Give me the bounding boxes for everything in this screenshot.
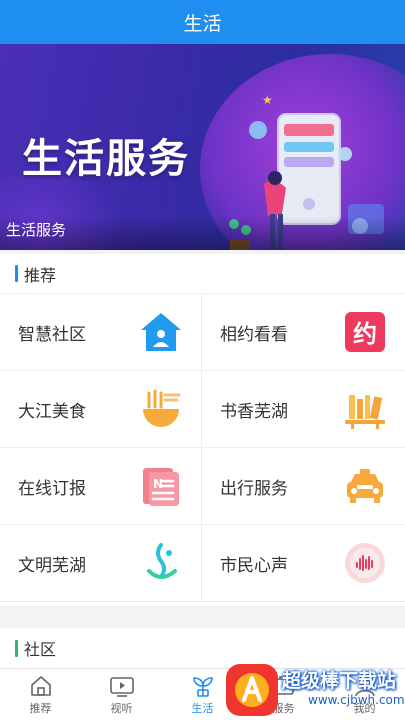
house-icon xyxy=(139,310,183,354)
tab-label: 生活 xyxy=(191,701,214,715)
service-item-citizen-voice[interactable]: 市民心声 xyxy=(202,525,405,602)
service-item-label: 出行服务 xyxy=(220,478,288,499)
tab-label: 视听 xyxy=(110,701,133,715)
service-item-label: 书香芜湖 xyxy=(220,401,288,422)
civilization-logo-icon xyxy=(139,541,183,585)
svg-text:★: ★ xyxy=(262,94,273,107)
recommend-section: 推荐 智慧社区 相约看看 约 大江美食 书香芜湖 在线订报 N 出行服务 文明芜… xyxy=(0,254,405,606)
service-item-newspaper[interactable]: 在线订报 N xyxy=(0,448,202,525)
recommend-section-header: 推荐 xyxy=(0,254,405,294)
newspaper-icon: N xyxy=(139,464,183,508)
service-item-label: 文明芜湖 xyxy=(18,555,86,576)
tab-av[interactable]: 视听 xyxy=(81,669,162,720)
sprout-icon xyxy=(190,674,216,698)
service-item-label: 相约看看 xyxy=(220,324,288,345)
home-icon xyxy=(28,674,54,698)
top-bar: 生活 xyxy=(0,0,405,44)
service-item-label: 市民心声 xyxy=(220,555,288,576)
watermark-text: 超级棒下载站 xyxy=(282,670,397,692)
tv-play-icon xyxy=(109,674,135,698)
service-item-label: 大江美食 xyxy=(18,401,86,422)
noodle-bowl-icon xyxy=(139,387,183,431)
tab-recommend[interactable]: 推荐 xyxy=(0,669,81,720)
community-section-title: 社区 xyxy=(24,640,57,659)
service-item-travel[interactable]: 出行服务 xyxy=(202,448,405,525)
section-accent-bar xyxy=(15,265,18,282)
banner-headline: 生活服务 xyxy=(22,136,190,182)
service-item-label: 在线订报 xyxy=(18,478,86,499)
service-item-food[interactable]: 大江美食 xyxy=(0,371,202,448)
app-root: 生活 ★ 生活服务 生活服务 推荐 智慧社区 相约看看 约 大江美食 书香芜湖 … xyxy=(0,0,405,720)
yue-icon: 约 xyxy=(343,310,387,354)
service-item-meetup[interactable]: 相约看看 约 xyxy=(202,294,405,371)
section-accent-bar xyxy=(15,639,18,657)
recommend-section-title: 推荐 xyxy=(24,265,57,285)
svg-text:约: 约 xyxy=(353,320,377,348)
service-item-books[interactable]: 书香芜湖 xyxy=(202,371,405,448)
service-item-label: 智慧社区 xyxy=(18,324,86,345)
taxi-icon xyxy=(343,464,387,508)
banner[interactable]: ★ 生活服务 生活服务 xyxy=(0,44,405,250)
tab-label: 推荐 xyxy=(29,701,52,715)
svg-text:N: N xyxy=(153,477,163,491)
watermark-overlay: 超级棒下载站 www.cjbwh.com xyxy=(222,660,405,720)
voice-logo-icon xyxy=(343,541,387,585)
banner-caption: 生活服务 xyxy=(6,221,67,239)
recommend-grid: 智慧社区 相约看看 约 大江美食 书香芜湖 在线订报 N 出行服务 文明芜湖 市… xyxy=(0,294,405,602)
bookshelf-icon xyxy=(343,387,387,431)
service-item-smart-community[interactable]: 智慧社区 xyxy=(0,294,202,371)
page-title: 生活 xyxy=(183,12,222,35)
watermark-logo-icon xyxy=(226,664,278,716)
watermark-url: www.cjbwh.com xyxy=(308,693,405,707)
service-item-civilization[interactable]: 文明芜湖 xyxy=(0,525,202,602)
